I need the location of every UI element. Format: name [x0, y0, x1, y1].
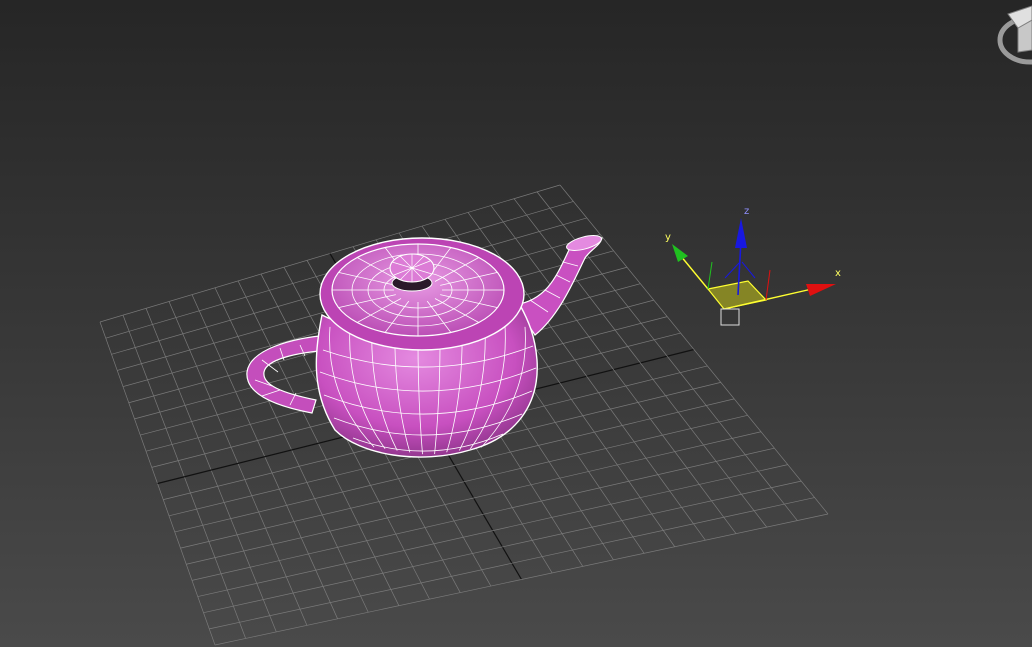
grid-line	[214, 513, 829, 646]
grid-line	[209, 497, 815, 630]
gizmo-z-arrow[interactable]	[735, 218, 747, 248]
grid-line	[513, 198, 767, 528]
gizmo-yz-corner[interactable]	[707, 261, 713, 290]
teapot-spout[interactable]	[513, 233, 603, 336]
gizmo-xz-corner[interactable]	[765, 269, 771, 301]
gizmo-y-label: y	[665, 232, 671, 243]
grid-line	[197, 464, 788, 597]
viewcube-icon[interactable]	[997, 5, 1032, 65]
gizmo-y-arrow[interactable]	[672, 244, 688, 262]
gizmo-center-box[interactable]	[720, 308, 740, 326]
perspective-viewport[interactable]: x y z	[0, 0, 1032, 647]
grid-line	[203, 480, 802, 614]
transform-gizmo[interactable]: x y z	[665, 206, 841, 326]
teapot-object[interactable]	[246, 233, 603, 458]
gizmo-z-label: z	[744, 206, 749, 217]
gizmo-x-label: x	[835, 268, 841, 279]
gizmo-y-axis[interactable]	[679, 254, 709, 290]
gizmo-x-arrow[interactable]	[806, 284, 836, 296]
grid-line	[559, 184, 829, 515]
gizmo-xy-plane[interactable]	[706, 280, 768, 310]
